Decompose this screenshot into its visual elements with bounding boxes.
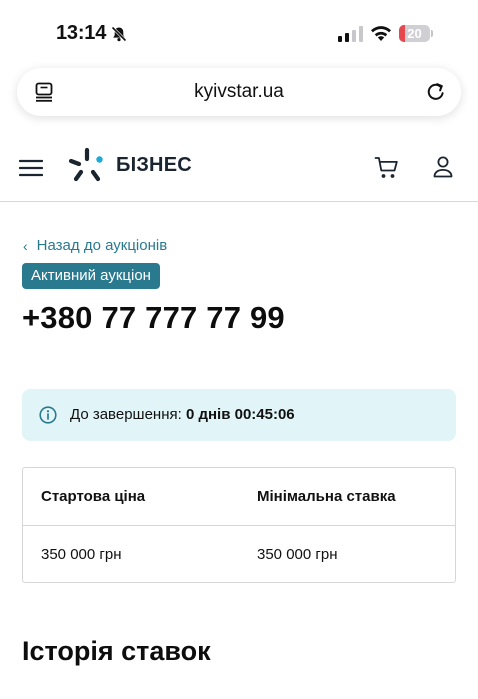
status-bar: 13:14 20 — [0, 0, 478, 64]
battery-icon: 20 — [399, 25, 433, 42]
info-icon — [39, 406, 57, 424]
signal-icon — [338, 26, 363, 42]
url-text[interactable]: kyivstar.ua — [17, 81, 461, 103]
status-badge: Активний аукціон — [22, 263, 160, 289]
timer-label: До завершення: — [70, 406, 182, 423]
header-start-price: Стартова ціна — [41, 488, 146, 505]
header-min-bid: Мінімальна ставка — [257, 488, 396, 505]
timer-value: 0 днів 00:45:06 — [185, 406, 295, 423]
logo-text[interactable]: БІЗНЕС — [116, 154, 192, 177]
back-to-auctions-link[interactable]: ‹ Назад до аукціонів — [23, 237, 167, 254]
address-bar[interactable]: kyivstar.ua — [17, 68, 461, 116]
site-header: БІЗНЕС — [0, 140, 478, 202]
bid-history-heading: Історія ставок — [22, 636, 211, 666]
cell-start-price: 350 000 грн — [41, 546, 122, 563]
price-table: Стартова ціна Мінімальна ставка 350 000 … — [22, 467, 456, 583]
status-time: 13:14 — [56, 22, 107, 44]
cart-icon[interactable] — [374, 156, 400, 180]
kyivstar-star-logo[interactable] — [67, 146, 107, 186]
auction-timer: До завершення: 0 днів 00:45:06 — [22, 389, 456, 441]
chevron-left-icon: ‹ — [23, 237, 28, 254]
page-title: +380 77 777 77 99 — [22, 300, 285, 335]
cell-min-bid: 350 000 грн — [257, 546, 338, 563]
reload-icon[interactable] — [425, 81, 447, 103]
user-icon[interactable] — [432, 155, 454, 179]
menu-icon[interactable] — [19, 159, 43, 177]
wifi-icon — [371, 26, 391, 41]
battery-level: 20 — [407, 26, 422, 41]
bell-slash-icon — [111, 26, 127, 42]
back-link-label[interactable]: Назад до аукціонів — [37, 237, 168, 254]
